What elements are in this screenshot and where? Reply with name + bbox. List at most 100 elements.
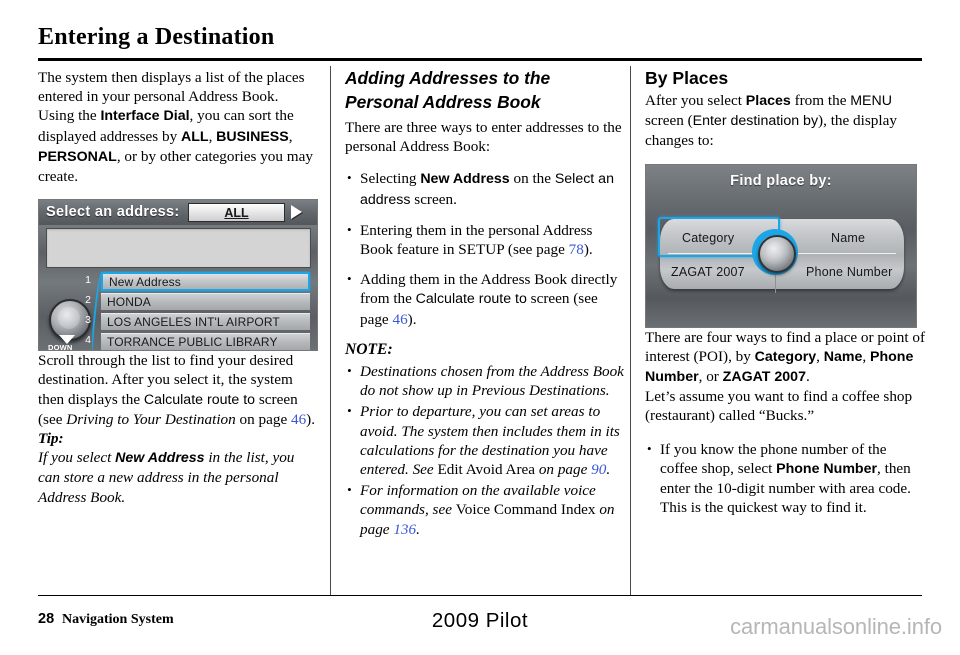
footer-divider-rule bbox=[38, 595, 922, 596]
text-fragment: , or bbox=[698, 368, 723, 386]
nav-screenshot-find-place-by: Find place by: Category Name ZAGAT 2007 … bbox=[645, 163, 917, 328]
page-reference[interactable]: 136 bbox=[393, 521, 416, 538]
text-fragment: ). bbox=[306, 410, 316, 428]
nav-filter-all-button[interactable]: ALL bbox=[188, 203, 285, 223]
text-fragment: on page bbox=[535, 461, 592, 479]
list-item-number: 2 bbox=[85, 294, 91, 307]
list-item[interactable]: HONDA bbox=[101, 293, 310, 311]
page-reference[interactable]: 90 bbox=[591, 461, 606, 478]
list-item-label: TORRANCE PUBLIC LIBRARY bbox=[107, 335, 278, 350]
ui-term-business: BUSINESS bbox=[216, 128, 289, 145]
column-one: The system then displays a list of the p… bbox=[38, 68, 318, 507]
list-item-label: LOS ANGELES INT'L AIRPORT bbox=[107, 315, 280, 330]
list-item-label: HONDA bbox=[107, 295, 151, 310]
ui-term-calculate-route-to: Calculate route to bbox=[415, 291, 527, 308]
ui-term-zagat-2007: ZAGAT 2007 bbox=[722, 369, 806, 386]
reference-voice-command-index: Voice Command Index bbox=[455, 501, 596, 519]
ui-term-enter-destination-by: Enter destination by bbox=[692, 113, 819, 130]
list-item-label: New Address bbox=[109, 275, 181, 290]
text-fragment: Selecting bbox=[360, 170, 421, 188]
text-fragment: , bbox=[862, 347, 871, 365]
right-triangle-icon[interactable] bbox=[291, 205, 302, 220]
ui-term-interface-dial: Interface Dial bbox=[100, 108, 190, 125]
list-item[interactable]: LOS ANGELES INT'L AIRPORT bbox=[101, 313, 310, 331]
note-label: NOTE: bbox=[345, 340, 393, 358]
text-fragment: If you select bbox=[38, 449, 116, 467]
list-item: Entering them in the personal Address Bo… bbox=[345, 220, 625, 259]
text-fragment: ). bbox=[583, 241, 593, 259]
interface-dial-knob-icon[interactable] bbox=[758, 234, 796, 273]
ui-term-new-address: New Address bbox=[115, 450, 205, 467]
nav-option-phone-number[interactable]: Phone Number bbox=[806, 265, 892, 279]
section-heading-line-2: Personal Address Book bbox=[345, 91, 541, 112]
text-fragment: After you select bbox=[645, 92, 746, 109]
page-reference[interactable]: 46 bbox=[291, 411, 306, 428]
column-divider-2 bbox=[630, 66, 631, 596]
text-fragment: . bbox=[805, 368, 810, 386]
ui-term-places: Places bbox=[745, 93, 791, 109]
ui-term-phone-number: Phone Number bbox=[776, 460, 878, 477]
text-fragment: . bbox=[606, 461, 611, 479]
col1-tip-text: If you select New Address in the list, y… bbox=[38, 448, 318, 507]
text-fragment: , bbox=[288, 127, 293, 145]
text-fragment: , bbox=[816, 347, 824, 365]
list-item: Selecting New Address on the Select an a… bbox=[345, 168, 625, 209]
page-reference[interactable]: 78 bbox=[569, 241, 584, 258]
column-two: Adding Addresses to the Personal Address… bbox=[345, 68, 625, 540]
col2-bullet-list: Selecting New Address on the Select an a… bbox=[345, 168, 625, 329]
nav-option-zagat-2007[interactable]: ZAGAT 2007 bbox=[671, 265, 745, 279]
nav-option-category[interactable]: Category bbox=[682, 231, 734, 245]
nav-header-label: Select an address: bbox=[46, 204, 180, 221]
ui-term-name: Name bbox=[823, 348, 863, 365]
ui-term-new-address: New Address bbox=[420, 171, 510, 188]
reference-edit-avoid-area: Edit Avoid Area bbox=[437, 461, 536, 479]
list-item: For information on the available voice c… bbox=[345, 480, 625, 539]
ui-term-menu: MENU bbox=[850, 93, 893, 109]
list-item: Destinations chosen from the Address Boo… bbox=[345, 361, 625, 400]
col1-paragraph-1: The system then displays a list of the p… bbox=[38, 68, 318, 186]
text-fragment: Destinations chosen from the Address Boo… bbox=[360, 363, 624, 400]
col3-paragraph-1: After you select Places from the MENU sc… bbox=[645, 91, 925, 151]
col2-intro-paragraph: There are three ways to enter addresses … bbox=[345, 119, 622, 156]
list-item[interactable]: New Address bbox=[101, 272, 310, 292]
column-three: By Places After you select Places from t… bbox=[645, 68, 925, 528]
panel-divider-vertical bbox=[775, 274, 776, 293]
text-fragment: ). bbox=[407, 310, 417, 328]
watermark-text: carmanualsonline.info bbox=[730, 614, 942, 639]
text-fragment: on page bbox=[235, 410, 291, 428]
title-divider-rule bbox=[38, 58, 922, 61]
text-fragment: . bbox=[416, 520, 420, 538]
section-heading-line-1: Adding Addresses to the bbox=[345, 68, 551, 88]
list-item: If you know the phone number of the coff… bbox=[645, 439, 925, 518]
list-item[interactable]: TORRANCE PUBLIC LIBRARY bbox=[101, 333, 310, 351]
nav-info-box bbox=[46, 228, 311, 269]
ui-term-category: Category bbox=[754, 348, 817, 365]
nav-filter-all-label: ALL bbox=[224, 206, 249, 221]
dial-down-label: DOWN bbox=[48, 343, 73, 352]
col3-paragraph-2: There are four ways to find a place or p… bbox=[645, 328, 925, 388]
nav-screen-title: Find place by: bbox=[730, 172, 832, 189]
ui-term-calculate-route-to: Calculate route to bbox=[143, 391, 256, 408]
col3-paragraph-3: Let’s assume you want to find a coffee s… bbox=[645, 388, 913, 425]
text-fragment: screen ( bbox=[645, 112, 693, 130]
page-reference[interactable]: 46 bbox=[392, 311, 407, 328]
col3-bullet-list: If you know the phone number of the coff… bbox=[645, 439, 925, 518]
page-title: Entering a Destination bbox=[38, 24, 275, 50]
list-item-number: 1 bbox=[85, 274, 91, 287]
ui-term-personal: PERSONAL bbox=[38, 148, 117, 165]
text-fragment: from the bbox=[790, 92, 851, 109]
nav-screenshot-select-an-address: Select an address: ALL DOWN 1 2 3 4 New … bbox=[38, 199, 318, 352]
text-fragment: Entering them in the personal Address Bo… bbox=[360, 221, 593, 259]
reference-title: Driving to Your Destination bbox=[66, 410, 236, 428]
col1-paragraph-2: Scroll through the list to find your des… bbox=[38, 351, 318, 429]
panel-divider-right bbox=[796, 252, 896, 254]
nav-list-area: DOWN 1 2 3 4 New Address HONDA LOS ANGEL… bbox=[39, 272, 317, 351]
text-fragment: screen. bbox=[410, 190, 457, 208]
list-item-number: 3 bbox=[85, 314, 91, 327]
nav-option-name[interactable]: Name bbox=[831, 231, 865, 245]
tip-label: Tip: bbox=[38, 430, 64, 448]
column-divider-1 bbox=[330, 66, 331, 596]
ui-term-all: ALL bbox=[180, 128, 209, 145]
list-item: Adding them in the Address Book directly… bbox=[345, 269, 625, 329]
text-fragment: on the bbox=[509, 170, 555, 188]
